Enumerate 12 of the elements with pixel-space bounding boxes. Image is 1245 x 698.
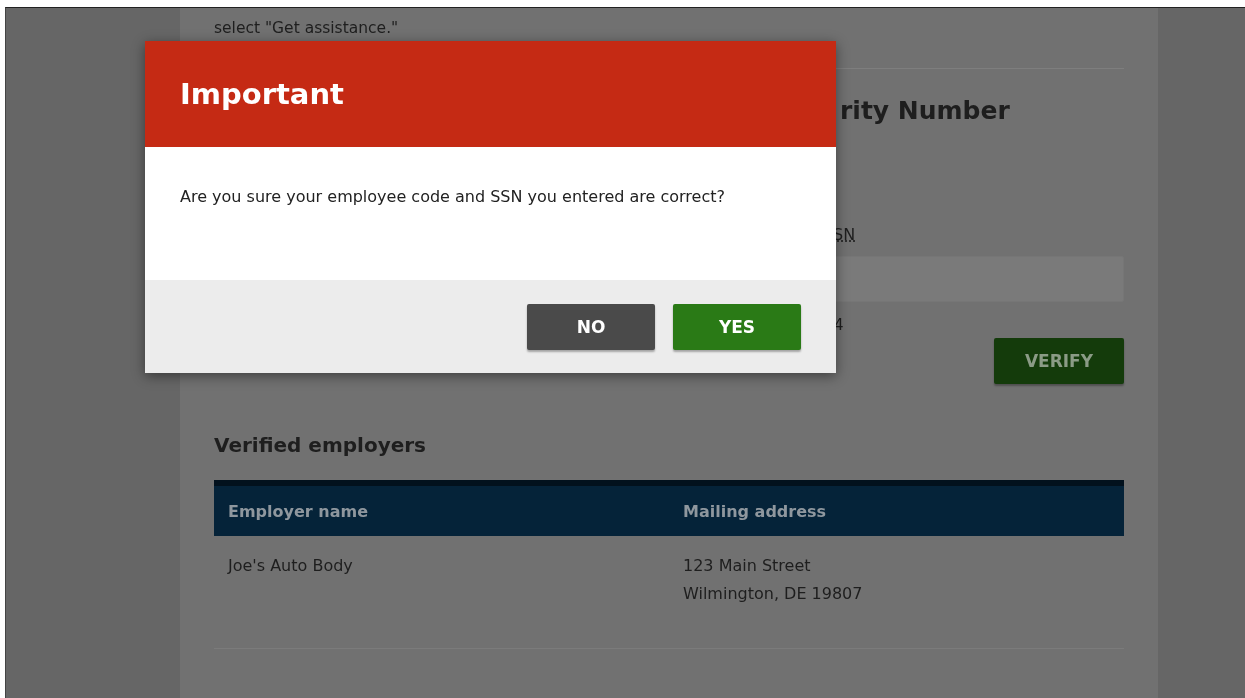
- verify-button[interactable]: VERIFY: [994, 338, 1124, 384]
- section-heading: rity Number: [840, 95, 1011, 127]
- intro-text: select "Get assistance.": [214, 18, 400, 39]
- employers-heading: Verified employers: [214, 432, 428, 459]
- dialog-title: Important: [180, 77, 344, 111]
- cancel-button[interactable]: NO: [527, 303, 655, 350]
- column-header: Employer name: [214, 483, 669, 536]
- table-cell: Joe's Auto Body: [214, 536, 669, 632]
- table-cell: 123 Main Street Wilmington, DE 19807: [669, 536, 1124, 632]
- dialog-message: Are you sure your employee code and SSN you entered are correct?: [180, 187, 725, 206]
- confirm-button[interactable]: YES: [673, 303, 801, 350]
- column-header: Mailing address: [669, 483, 1124, 536]
